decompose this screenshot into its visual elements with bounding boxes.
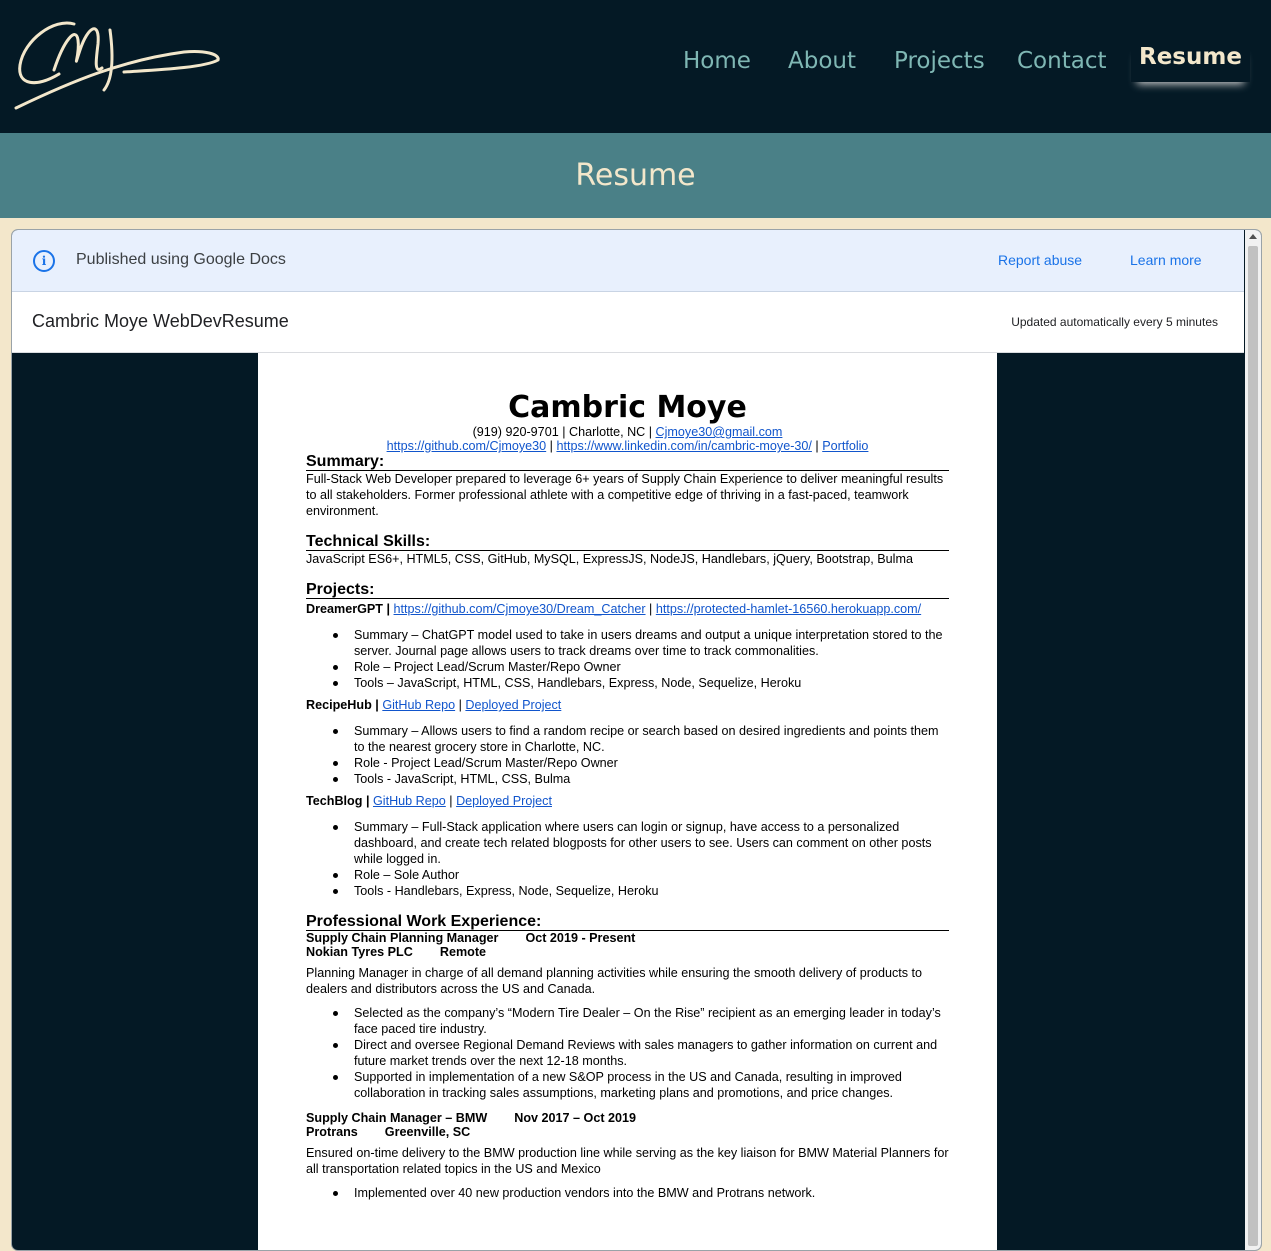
nav-contact[interactable]: Contact [1017, 48, 1106, 74]
list-item: Summary – Full-Stack application where u… [306, 819, 949, 867]
doc-page: Cambric Moye (919) 920-9701 | Charlotte,… [258, 353, 997, 1250]
list-item: Selected as the company’s “Modern Tire D… [306, 1005, 949, 1037]
project-repo-link[interactable]: GitHub Repo [382, 698, 455, 712]
summary-text: Full-Stack Web Developer prepared to lev… [306, 472, 944, 518]
google-docs-bar: i Published using Google Docs Report abu… [12, 230, 1244, 292]
summary-heading: Summary: [306, 453, 949, 471]
list-item: Role - Project Lead/Scrum Master/Repo Ow… [306, 755, 949, 771]
nav-about[interactable]: About [788, 48, 856, 74]
page-title: Resume [575, 158, 696, 193]
site-header: Home About Projects Contact Resume [0, 0, 1271, 133]
work-heading: Professional Work Experience: [306, 913, 949, 931]
skills-text: JavaScript ES6+, HTML5, CSS, GitHub, MyS… [306, 552, 913, 566]
skills-heading: Technical Skills: [306, 533, 949, 551]
embedded-doc-frame: i Published using Google Docs Report abu… [11, 229, 1262, 1251]
scrollbar[interactable] [1245, 230, 1261, 1250]
job-description: Ensured on-time delivery to the BMW prod… [306, 1146, 949, 1176]
project-bullets: Summary – ChatGPT model used to take in … [306, 627, 949, 691]
info-icon: i [33, 250, 55, 272]
job-description: Planning Manager in charge of all demand… [306, 966, 923, 996]
list-item: Tools – JavaScript, HTML, CSS, Handlebar… [306, 675, 949, 691]
scroll-thumb[interactable] [1248, 246, 1258, 1246]
email-link[interactable]: Cjmoye30@gmail.com [656, 425, 783, 439]
project-bullets: Summary – Allows users to find a random … [306, 723, 949, 787]
project-deploy-link[interactable]: Deployed Project [465, 698, 561, 712]
project-techblog: TechBlog | GitHub Repo | Deployed Projec… [306, 794, 552, 808]
list-item: Role – Project Lead/Scrum Master/Repo Ow… [306, 659, 949, 675]
list-item: Supported in implementation of a new S&O… [306, 1069, 949, 1101]
list-item: Role – Sole Author [306, 867, 949, 883]
published-label: Published using Google Docs [76, 251, 286, 268]
project-deploy-link[interactable]: https://protected-hamlet-16560.herokuapp… [656, 602, 921, 616]
report-abuse-link[interactable]: Report abuse [998, 252, 1082, 268]
job-company-line: Protrans Greenville, SC [306, 1125, 471, 1139]
scroll-up-icon[interactable] [1249, 234, 1257, 239]
nav-home[interactable]: Home [683, 48, 751, 74]
list-item: Implemented over 40 new production vendo… [306, 1185, 949, 1201]
job-bullets: Implemented over 40 new production vendo… [306, 1185, 949, 1201]
update-note: Updated automatically every 5 minutes [1011, 315, 1218, 329]
project-bullets: Summary – Full-Stack application where u… [306, 819, 949, 899]
resume-name: Cambric Moye [508, 390, 747, 425]
portfolio-link[interactable]: Portfolio [822, 439, 868, 453]
job-title-line: Supply Chain Manager – BMW Nov 2017 – Oct… [306, 1111, 637, 1125]
contact-line: (919) 920-9701 | Charlotte, NC | Cjmoye3… [472, 425, 783, 439]
job-title-line: Supply Chain Planning Manager Oct 2019 - … [306, 931, 636, 945]
nav-resume[interactable]: Resume [1131, 42, 1250, 82]
job-company-line: Nokian Tyres PLC Remote [306, 945, 487, 959]
project-repo-link[interactable]: https://github.com/Cjmoye30/Dream_Catche… [394, 602, 646, 616]
list-item: Tools - JavaScript, HTML, CSS, Bulma [306, 771, 949, 787]
learn-more-link[interactable]: Learn more [1130, 252, 1202, 268]
list-item: Tools - Handlebars, Express, Node, Seque… [306, 883, 949, 899]
github-link[interactable]: https://github.com/Cjmoye30 [387, 439, 547, 453]
project-repo-link[interactable]: GitHub Repo [373, 794, 446, 808]
list-item: Direct and oversee Regional Demand Revie… [306, 1037, 949, 1069]
list-item: Summary – ChatGPT model used to take in … [306, 627, 949, 659]
page-banner: Resume [0, 133, 1271, 218]
job-bullets: Selected as the company’s “Modern Tire D… [306, 1005, 949, 1101]
doc-titlebar: Cambric Moye WebDevResume Updated automa… [12, 292, 1244, 353]
main-nav: Home About Projects Contact Resume [0, 0, 1271, 133]
links-line: https://github.com/Cjmoye30 | https://ww… [386, 439, 869, 453]
project-deploy-link[interactable]: Deployed Project [456, 794, 552, 808]
linkedin-link[interactable]: https://www.linkedin.com/in/cambric-moye… [556, 439, 811, 453]
projects-heading: Projects: [306, 581, 949, 599]
project-dreamergpt: DreamerGPT | https://github.com/Cjmoye30… [306, 602, 922, 616]
list-item: Summary – Allows users to find a random … [306, 723, 949, 755]
project-recipehub: RecipeHub | GitHub Repo | Deployed Proje… [306, 698, 562, 712]
nav-projects[interactable]: Projects [894, 48, 985, 74]
doc-title: Cambric Moye WebDevResume [32, 311, 289, 331]
